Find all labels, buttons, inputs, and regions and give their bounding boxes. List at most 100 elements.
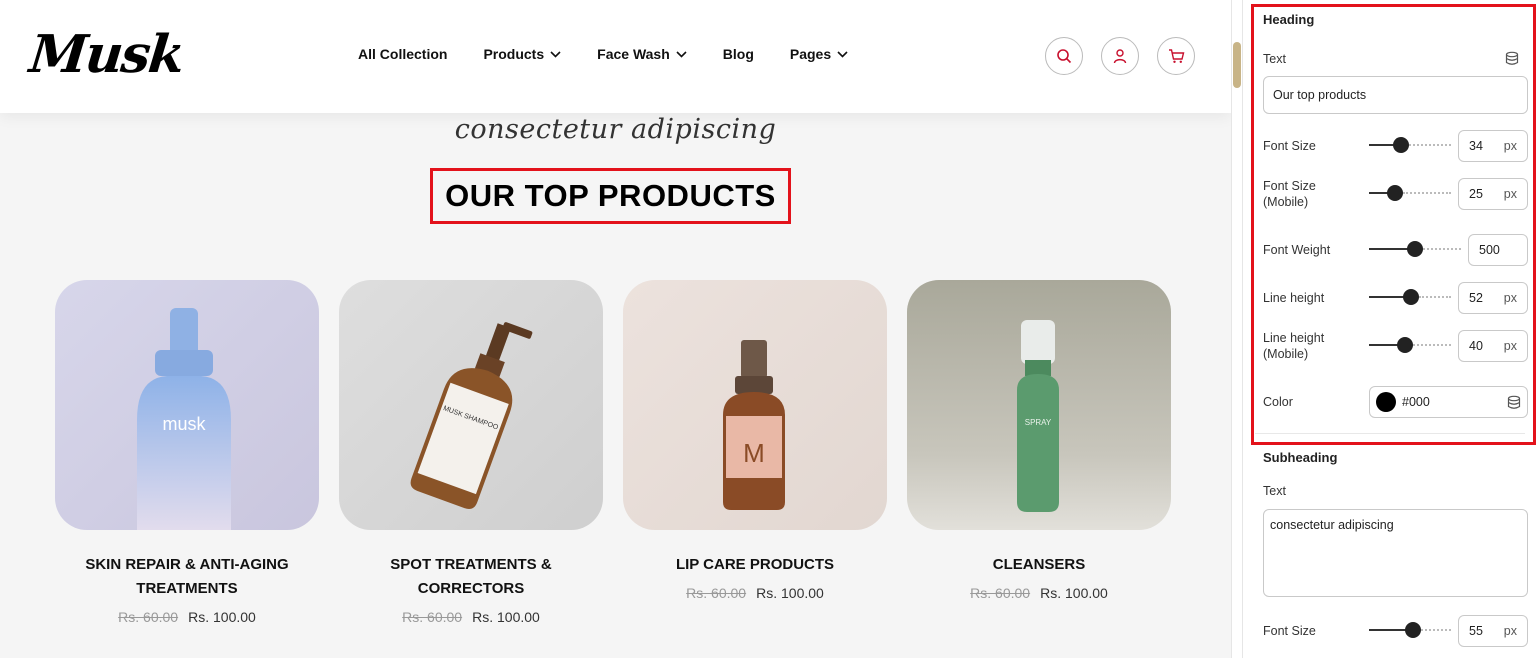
bottle-label: musk xyxy=(162,414,206,434)
nav-item-pages[interactable]: Pages xyxy=(790,46,848,62)
heading-section-title: Heading xyxy=(1263,12,1315,27)
font-size-mobile-slider[interactable] xyxy=(1369,184,1451,202)
settings-panel: Heading Text Our top products Font Size … xyxy=(1243,0,1537,658)
product-title[interactable]: CLEANSERS xyxy=(907,553,1171,577)
section-heading: Our top products xyxy=(445,178,776,213)
product-image[interactable]: SPRAY xyxy=(907,280,1171,530)
bottle-illustration: MUSK SHAMPOO xyxy=(410,322,533,509)
unit-label: px xyxy=(1503,139,1517,153)
font-size-label: Font Size xyxy=(1263,139,1316,153)
color-picker[interactable]: #000 xyxy=(1369,386,1528,418)
chevron-down-icon xyxy=(550,50,561,58)
bottle-label: M xyxy=(743,438,765,468)
font-weight-value: 500 xyxy=(1479,243,1500,257)
line-height-mobile-label: Line height (Mobile) xyxy=(1263,331,1325,361)
line-height-value: 52 xyxy=(1469,291,1483,305)
product-image[interactable]: MUSK SHAMPOO xyxy=(339,280,603,530)
font-size-mobile-label: Font Size (Mobile) xyxy=(1263,179,1316,209)
font-weight-label: Font Weight xyxy=(1263,243,1331,257)
nav-label: Blog xyxy=(722,46,754,62)
nav-item-face-wash[interactable]: Face Wash xyxy=(597,46,687,62)
line-height-mobile-value: 40 xyxy=(1469,339,1483,353)
line-height-slider[interactable] xyxy=(1369,288,1451,306)
font-size-mobile-value: 25 xyxy=(1469,187,1483,201)
nav-label: Products xyxy=(483,46,545,62)
cart-icon xyxy=(1168,49,1184,63)
subheading-font-size-slider[interactable] xyxy=(1369,621,1451,639)
line-height-input[interactable]: 52 px xyxy=(1458,282,1528,314)
new-price: Rs. 100.00 xyxy=(188,609,256,625)
site-header: Musk All Collection Products Face Wash B… xyxy=(0,0,1231,113)
nav-item-blog[interactable]: Blog xyxy=(723,46,754,62)
bottle-label: SPRAY xyxy=(1025,418,1052,427)
subheading-section-title: Subheading xyxy=(1263,450,1338,465)
product-image[interactable]: M xyxy=(623,280,887,530)
subheading-font-size-input[interactable]: 55 px xyxy=(1458,615,1528,647)
new-price: Rs. 100.00 xyxy=(472,609,540,625)
cart-button[interactable] xyxy=(1157,37,1195,75)
user-icon xyxy=(1113,49,1127,64)
bottle-illustration: SPRAY xyxy=(1017,320,1059,512)
new-price: Rs. 100.00 xyxy=(756,585,824,601)
line-height-mobile-input[interactable]: 40 px xyxy=(1458,330,1528,362)
product-price: Rs. 60.00 Rs. 100.00 xyxy=(55,609,319,625)
product-card[interactable]: SPRAY CLEANSERS Rs. 60.00 Rs. 100.00 xyxy=(907,280,1171,601)
font-size-value: 34 xyxy=(1469,139,1483,153)
store-preview: Musk All Collection Products Face Wash B… xyxy=(0,0,1231,658)
nav-label: All Collection xyxy=(358,46,448,62)
dynamic-source-icon[interactable] xyxy=(1505,51,1519,66)
bottle-illustration: M xyxy=(723,340,785,510)
unit-label: px xyxy=(1503,339,1517,353)
unit-label: px xyxy=(1503,187,1517,201)
subheading-text-label: Text xyxy=(1263,484,1286,498)
nav-label: Face Wash xyxy=(597,46,670,62)
chevron-down-icon xyxy=(837,50,848,58)
product-card[interactable]: musk SKIN REPAIR & ANTI-AGING TREATMENTS… xyxy=(55,280,319,625)
section-subheading: consectetur adipiscing xyxy=(454,114,777,145)
old-price: Rs. 60.00 xyxy=(970,585,1031,601)
product-price: Rs. 60.00 Rs. 100.00 xyxy=(339,609,603,625)
nav-item-all-collection[interactable]: All Collection xyxy=(358,46,447,62)
color-value[interactable]: #000 xyxy=(1402,395,1507,409)
subheading-font-size-label: Font Size xyxy=(1263,624,1316,638)
product-title[interactable]: LIP CARE PRODUCTS xyxy=(623,553,887,577)
store-logo[interactable]: Musk xyxy=(27,24,186,85)
font-size-mobile-input[interactable]: 25 px xyxy=(1458,178,1528,210)
unit-label: px xyxy=(1503,291,1517,305)
nav-item-products[interactable]: Products xyxy=(483,46,561,62)
bottle-illustration: musk xyxy=(137,308,231,530)
product-price: Rs. 60.00 Rs. 100.00 xyxy=(907,585,1171,601)
product-image[interactable]: musk xyxy=(55,280,319,530)
section-divider xyxy=(1255,433,1525,434)
color-label: Color xyxy=(1263,395,1293,409)
font-weight-input[interactable]: 500 xyxy=(1468,234,1528,266)
product-card[interactable]: MUSK SHAMPOO SPOT TREATMENTS & CORRECTOR… xyxy=(339,280,603,625)
dynamic-source-icon[interactable] xyxy=(1507,395,1521,410)
product-title[interactable]: SKIN REPAIR & ANTI-AGING TREATMENTS xyxy=(55,553,319,601)
line-height-mobile-slider[interactable] xyxy=(1369,336,1451,354)
old-price: Rs. 60.00 xyxy=(402,609,463,625)
chevron-down-icon xyxy=(676,50,687,58)
account-button[interactable] xyxy=(1101,37,1139,75)
subheading-text-area[interactable]: consectetur adipiscing xyxy=(1263,509,1528,597)
unit-label: px xyxy=(1503,624,1517,638)
new-price: Rs. 100.00 xyxy=(1040,585,1108,601)
product-price: Rs. 60.00 Rs. 100.00 xyxy=(623,585,887,601)
color-swatch[interactable] xyxy=(1376,392,1396,412)
preview-scrollbar[interactable] xyxy=(1231,0,1243,658)
heading-text-input[interactable]: Our top products xyxy=(1263,76,1528,114)
search-button[interactable] xyxy=(1045,37,1083,75)
product-title[interactable]: SPOT TREATMENTS & CORRECTORS xyxy=(339,553,603,601)
heading-settings-highlight xyxy=(1251,4,1536,445)
heading-highlight[interactable]: Our top products xyxy=(430,168,791,224)
old-price: Rs. 60.00 xyxy=(686,585,747,601)
main-nav: All Collection Products Face Wash Blog P… xyxy=(358,46,884,62)
font-weight-slider[interactable] xyxy=(1369,240,1461,258)
font-size-input[interactable]: 34 px xyxy=(1458,130,1528,162)
font-size-slider[interactable] xyxy=(1369,136,1451,154)
heading-text-label: Text xyxy=(1263,52,1286,66)
nav-label: Pages xyxy=(789,46,832,62)
product-card[interactable]: M LIP CARE PRODUCTS Rs. 60.00 Rs. 100.00 xyxy=(623,280,887,601)
search-icon xyxy=(1057,49,1072,64)
scrollbar-thumb[interactable] xyxy=(1233,42,1241,88)
